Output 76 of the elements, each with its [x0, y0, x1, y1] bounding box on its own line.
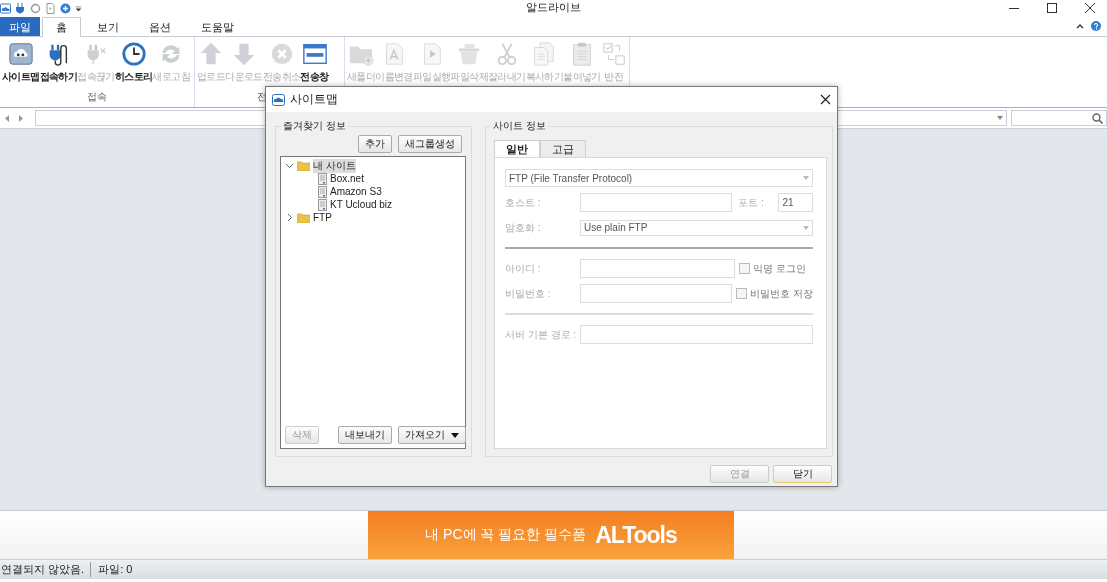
down-arrow-icon: [231, 41, 257, 67]
field-label: 암호화 :: [505, 220, 542, 235]
search-field[interactable]: [1011, 110, 1107, 126]
path-field[interactable]: [580, 325, 813, 344]
file-menu-tab[interactable]: 파일: [0, 17, 40, 36]
window-title: 알드라이브: [526, 1, 581, 13]
forward-icon[interactable]: [16, 113, 25, 123]
encryption-dropdown[interactable]: Use plain FTP: [580, 219, 813, 236]
ribbon-tab[interactable]: 도움말: [187, 17, 248, 36]
plug-icon[interactable]: [15, 2, 26, 14]
close-icon[interactable]: [820, 94, 831, 105]
host-field[interactable]: [580, 193, 733, 212]
tab[interactable]: 고급: [540, 140, 586, 157]
chevron-icon[interactable]: [285, 213, 294, 222]
back-icon[interactable]: [3, 113, 12, 123]
window-icon: [301, 41, 328, 67]
checkbox[interactable]: [739, 263, 750, 274]
field-label: 호스트 :: [505, 195, 542, 210]
ribbon-tab[interactable]: 옵션: [135, 17, 185, 36]
protocol-dropdown[interactable]: FTP (File Transfer Protocol): [505, 169, 813, 187]
group-legend: 즐겨찾기 정보: [281, 119, 348, 133]
ribbon-button[interactable]: 접속하기: [39, 41, 78, 90]
tree-item[interactable]: Amazon S3: [330, 186, 382, 197]
tree-button[interactable]: 내보내기: [338, 426, 392, 444]
folder-icon: [297, 160, 310, 171]
cloud-window-icon: [7, 41, 34, 67]
ribbon-button[interactable]: 히스토리: [114, 41, 153, 90]
ribbon-tab[interactable]: 홈: [42, 17, 81, 37]
plus-icon[interactable]: [60, 2, 71, 14]
group-label: 접속: [87, 91, 107, 102]
toolbar-button[interactable]: 추가: [358, 135, 392, 153]
group-label: 전: [257, 91, 267, 102]
dialog-button[interactable]: 닫기: [773, 465, 832, 483]
dialog-title: 사이트맵: [290, 91, 338, 108]
folder-icon: [297, 212, 310, 223]
dropdown-arrow-icon[interactable]: [997, 116, 1003, 120]
cloud-window-icon[interactable]: [0, 2, 11, 14]
field-label: 포트 :: [737, 195, 765, 210]
checkbox-swap-icon: [600, 41, 627, 67]
tree-item[interactable]: KT Ucloud biz: [330, 199, 393, 210]
checkbox-label: 비밀번호 저장: [750, 286, 813, 301]
cloud-window-icon: [272, 93, 285, 106]
field-label: 비밀번호 :: [505, 286, 552, 301]
dropdown-arrow-icon: [803, 176, 809, 180]
group-legend: 사이트 정보: [491, 119, 548, 133]
id-field[interactable]: [580, 259, 735, 278]
close-icon[interactable]: [1085, 3, 1095, 13]
tree-item[interactable]: Box.net: [330, 173, 364, 184]
password-field[interactable]: [580, 284, 733, 303]
server-icon: [318, 198, 327, 211]
ad-brand: ALTools: [595, 521, 677, 549]
dropdown-arrow-icon: [803, 225, 809, 230]
maximize-icon[interactable]: [1047, 3, 1057, 13]
status-text: 파일: 0: [97, 562, 134, 577]
port-field[interactable]: 21: [777, 193, 813, 212]
help-icon[interactable]: [1091, 21, 1101, 31]
caret-icon: [451, 432, 459, 438]
server-icon: [318, 185, 327, 198]
file-icon[interactable]: [45, 2, 56, 14]
ad-text: 내 PC에 꼭 필요한 필수품: [425, 526, 587, 544]
status-text: 연결되지 않았음.: [0, 562, 92, 577]
tree-item[interactable]: FTP: [313, 212, 332, 223]
search-icon[interactable]: [1092, 112, 1103, 124]
tree-item[interactable]: 내 사이트: [313, 158, 356, 173]
tab[interactable]: 일반: [494, 140, 540, 157]
checkbox[interactable]: [736, 288, 748, 299]
ribbon-tab[interactable]: 보기: [83, 17, 133, 36]
clock-icon: [120, 41, 147, 67]
ribbon-button[interactable]: 사이트맵: [2, 41, 40, 90]
server-icon: [318, 172, 327, 185]
tree-button[interactable]: 가져오기: [398, 426, 466, 444]
field-label: 서버 기본 경로 :: [505, 327, 576, 342]
chevron-icon[interactable]: [285, 161, 294, 170]
toolbar-button[interactable]: 새그룹생성: [398, 135, 462, 153]
field-label: 아이디 :: [505, 261, 542, 276]
checkbox-label: 익명 로그인: [753, 261, 806, 276]
